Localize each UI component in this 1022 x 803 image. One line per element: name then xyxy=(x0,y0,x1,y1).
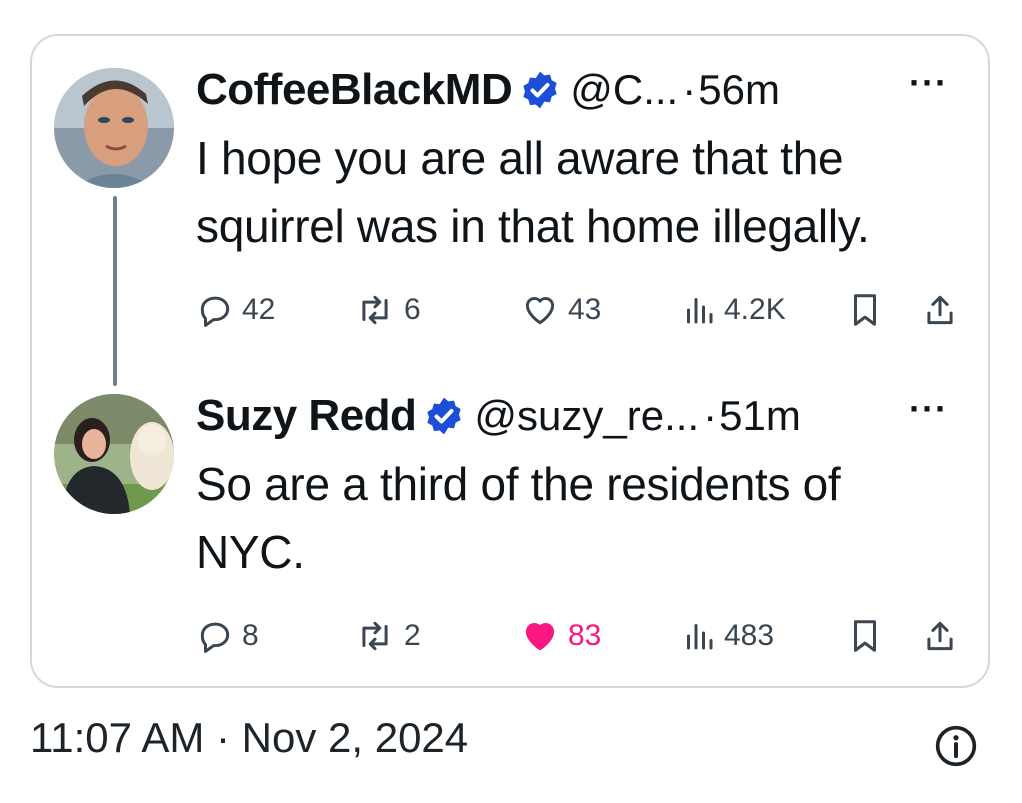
verified-badge-icon xyxy=(520,70,560,110)
repost-icon xyxy=(362,621,388,651)
view-count: 4.2K xyxy=(724,293,786,326)
thread-connector-line xyxy=(113,196,117,386)
reply-icon xyxy=(200,296,230,327)
reply-count: 42 xyxy=(242,293,276,326)
share-button[interactable] xyxy=(922,291,958,329)
tweet-text-line: NYC. xyxy=(196,526,305,578)
tweet-text-line: So are a third of the residents of xyxy=(196,458,841,510)
reply-button[interactable]: 42 xyxy=(196,291,275,329)
like-count: 83 xyxy=(568,619,602,652)
author-handle[interactable]: @suzy_re... xyxy=(474,392,699,440)
share-icon xyxy=(927,621,953,651)
author-handle[interactable]: @C... xyxy=(570,66,678,114)
post-timestamp: 11:07 AM · Nov 2, 2024 xyxy=(30,714,469,761)
repost-button[interactable]: 2 xyxy=(354,617,421,655)
bookmark-icon xyxy=(853,620,877,652)
share-button[interactable] xyxy=(922,617,958,655)
author-name[interactable]: CoffeeBlackMD xyxy=(196,65,513,115)
tweet-actions: 42 6 43 4.2K xyxy=(196,290,966,330)
avatar-coffeeblackmd[interactable] xyxy=(54,68,174,188)
more-options-icon[interactable]: ··· xyxy=(909,388,948,430)
avatar-suzy-redd[interactable] xyxy=(54,394,174,514)
repost-icon xyxy=(362,295,388,325)
like-button[interactable]: 43 xyxy=(520,291,601,329)
info-icon[interactable] xyxy=(934,724,978,773)
views-button[interactable]: 4.2K xyxy=(682,292,786,328)
bookmark-button[interactable] xyxy=(848,291,882,329)
more-options-icon[interactable]: ··· xyxy=(909,62,948,104)
tweet-time[interactable]: 51m xyxy=(719,392,801,440)
like-icon xyxy=(525,622,555,651)
separator-dot: · xyxy=(703,392,718,439)
like-button[interactable]: 83 xyxy=(520,617,601,655)
repost-count: 6 xyxy=(404,293,421,326)
share-icon xyxy=(927,295,953,325)
reply-icon xyxy=(200,622,230,653)
tweet-2[interactable]: Suzy Redd @suzy_re... · 51m ··· So are a… xyxy=(196,388,966,653)
tweet-time[interactable]: 56m xyxy=(698,66,780,114)
views-button[interactable]: 483 xyxy=(682,618,774,654)
tweet-text: So are a third of the residents of NYC. xyxy=(196,450,966,586)
view-count: 483 xyxy=(724,619,775,652)
reply-button[interactable]: 8 xyxy=(196,617,259,655)
like-count: 43 xyxy=(568,293,602,326)
verified-badge-icon xyxy=(424,396,464,436)
tweet-header: CoffeeBlackMD @C... · 56m xyxy=(196,62,966,118)
tweet-text-line: squirrel was in that home illegally. xyxy=(196,200,870,252)
views-icon xyxy=(687,624,713,650)
separator-dot: · xyxy=(682,66,697,113)
reply-count: 8 xyxy=(242,619,259,652)
tweet-text-line: I hope you are all aware that the xyxy=(196,132,844,184)
views-icon xyxy=(687,298,713,324)
bookmark-icon xyxy=(853,294,877,326)
tweet-1[interactable]: CoffeeBlackMD @C... · 56m ··· I hope you… xyxy=(196,62,966,327)
tweet-text: I hope you are all aware that the squirr… xyxy=(196,124,966,260)
repost-count: 2 xyxy=(404,619,421,652)
tweet-header: Suzy Redd @suzy_re... · 51m xyxy=(196,388,966,444)
bookmark-button[interactable] xyxy=(848,617,882,655)
repost-button[interactable]: 6 xyxy=(354,291,421,329)
author-name[interactable]: Suzy Redd xyxy=(196,391,417,441)
like-icon xyxy=(525,296,555,325)
tweet-actions: 8 2 83 483 xyxy=(196,616,966,656)
